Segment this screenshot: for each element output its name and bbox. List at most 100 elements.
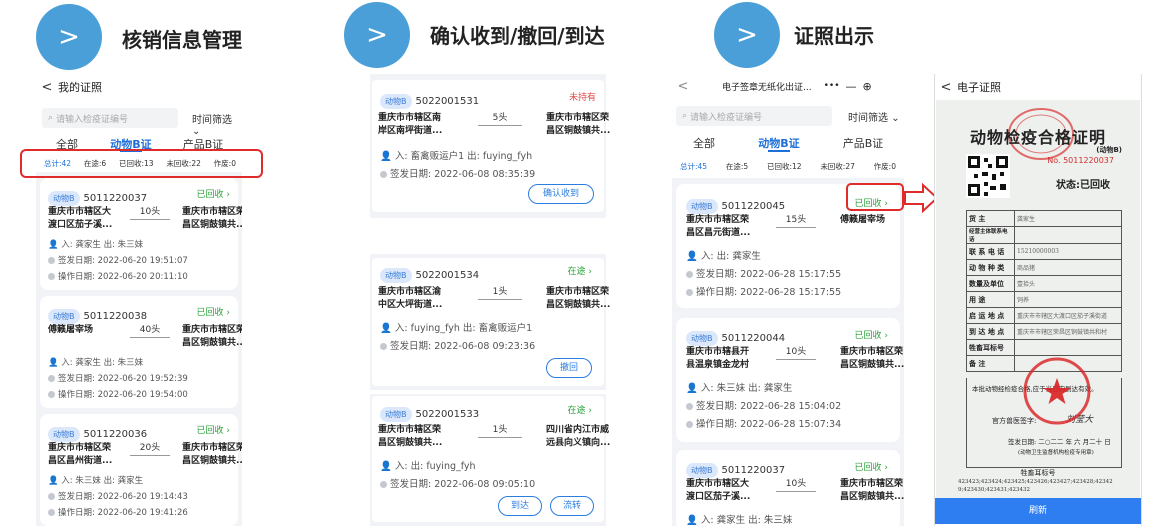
- back-icon[interactable]: <: [672, 79, 694, 94]
- type-badge: 动物B: [48, 427, 80, 442]
- target-icon[interactable]: ⊕: [863, 80, 872, 93]
- transfer-button[interactable]: 流转: [550, 496, 594, 516]
- tab-product-b[interactable]: 产品B证: [822, 135, 904, 151]
- type-badge: 动物B: [686, 331, 718, 346]
- list-item[interactable]: 动物B 5011220036 已回收 › 重庆市市辖区荣 昌区昌州街道... 20头…: [40, 414, 242, 526]
- type-badge: 动物B: [48, 191, 80, 206]
- clock-icon: [48, 273, 55, 280]
- status-badge[interactable]: 在途 ›: [568, 264, 592, 277]
- quantity: 20头: [130, 442, 170, 456]
- cert-number: No. 5011220037: [1047, 156, 1114, 165]
- to-location: 重庆市市辖区荣 昌区铜鼓镇共...: [840, 347, 904, 370]
- confirm-receipt-button[interactable]: 确认收到: [528, 184, 594, 204]
- operation-date: 操作日期: 2022-06-28 15:17:55: [686, 284, 841, 298]
- person-icon: 👤: [380, 461, 392, 472]
- quantity: 10头: [130, 206, 170, 220]
- step-3-title: 证照出示: [794, 24, 874, 48]
- arrive-button[interactable]: 到达: [498, 496, 542, 516]
- operation-date: 操作日期: 2022-06-20 20:11:10: [48, 270, 188, 282]
- search-icon: ⌕: [682, 111, 688, 121]
- clock-icon: [48, 493, 55, 500]
- issuer-note: (动物卫生监督机构检疫专用章): [1018, 450, 1094, 456]
- step-1-arrow-icon: >: [36, 4, 102, 70]
- status-badge[interactable]: 在途 ›: [568, 403, 592, 416]
- tab-animal-b[interactable]: 动物B证: [736, 135, 822, 151]
- cert-number: 5011220045: [721, 201, 786, 212]
- issue-date: 签发日期: 2022-06-08 09:23:36: [380, 338, 535, 352]
- clock-icon: [48, 257, 55, 264]
- search-input[interactable]: ⌕ 请输入检疫证编号: [676, 106, 832, 126]
- panel3-header: < 电子签章无纸化出证... ••• — ⊕: [672, 74, 904, 98]
- people-line: 👤 入: 畜禽贩运户1 出: fuying_fyh: [380, 151, 533, 162]
- quantity: 40头: [130, 324, 170, 338]
- panel1-header: < 我的证照: [36, 74, 242, 100]
- operation-date: 操作日期: 2022-06-20 19:41:26: [48, 506, 188, 518]
- status-badge[interactable]: 已回收 ›: [855, 328, 888, 341]
- step-2-title: 确认收到/撤回/到达: [430, 24, 605, 48]
- list-item[interactable]: 动物B 5011220037 已回收 › 重庆市市辖区大 渡口区茄子溪... 10头…: [676, 450, 904, 526]
- quantity: 15头: [776, 214, 816, 228]
- to-location: 四川省内江市威 远县向义镇向...: [546, 425, 611, 448]
- list-item[interactable]: 动物B 5011220044 已回收 › 重庆市市辖县开 县温泉镇金龙村 10头 重…: [676, 318, 904, 442]
- people-line: 👤 入: 龚家生 出: 朱三妹: [48, 358, 144, 368]
- list-item[interactable]: 动物B 5011220037 已回收 › 重庆市市辖区大 渡口区茄子溪... 10头…: [40, 178, 242, 290]
- page-title: 电子签章无纸化出证...: [722, 82, 812, 93]
- stat-total[interactable]: 总计:45: [680, 161, 707, 172]
- page-title: 电子证照: [957, 81, 1001, 94]
- stat-not-recovered[interactable]: 未回收:27: [820, 161, 855, 172]
- more-icon[interactable]: •••: [824, 81, 840, 91]
- quantity: 1头: [478, 286, 522, 300]
- withdraw-button[interactable]: 撤回: [546, 358, 592, 378]
- type-badge: 动物B: [686, 199, 718, 214]
- type-badge: 动物B: [380, 94, 412, 109]
- step-3-arrow-icon: >: [714, 2, 780, 68]
- to-location: 重庆市市辖区荣 昌区铜鼓镇共...: [182, 325, 242, 348]
- issue-date: 签发日期: 2022-06-08 09:05:10: [380, 476, 535, 490]
- status-badge[interactable]: 已回收 ›: [197, 305, 230, 318]
- status-badge[interactable]: 已回收 ›: [197, 187, 230, 200]
- cert-number: 5011220036: [83, 429, 148, 440]
- stat-in-transit[interactable]: 在途:5: [726, 161, 748, 172]
- quantity: 1头: [478, 424, 522, 438]
- minimize-icon[interactable]: —: [846, 80, 857, 93]
- person-icon: 👤: [686, 251, 698, 262]
- cert-info-table: 货 主龚家生 经营主体联系电话 联 系 电 话 15210000003 动 物 种…: [966, 210, 1122, 372]
- back-icon[interactable]: <: [935, 80, 957, 95]
- stat-void[interactable]: 作废:0: [874, 161, 896, 172]
- time-filter-dropdown[interactable]: 时间筛选 ⌄: [848, 109, 900, 124]
- to-location: 重庆市市辖区荣 昌区铜鼓镇共...: [182, 443, 242, 466]
- tab-all[interactable]: 全部: [672, 135, 736, 151]
- issue-date: 签发日期: 2022-06-28 15:17:55: [686, 266, 841, 280]
- clock-icon: [380, 481, 387, 488]
- search-icon: ⌕: [48, 113, 54, 123]
- search-input[interactable]: ⌕ 请输入检疫证编号: [42, 108, 178, 128]
- time-filter-dropdown[interactable]: 时间筛选 ⌄: [192, 111, 242, 137]
- status-badge[interactable]: 已回收 ›: [197, 423, 230, 436]
- list-item[interactable]: 动物B 5022001534 在途 › 重庆市市辖区渝 中区大坪街道... 1头 重…: [372, 258, 610, 386]
- to-location: 重庆市市辖区荣 昌区铜鼓镇共...: [840, 479, 904, 502]
- type-badge: 动物B: [380, 268, 412, 283]
- refresh-button[interactable]: 刷新: [935, 498, 1141, 524]
- stat-recovered[interactable]: 已回收:12: [767, 161, 802, 172]
- issue-date: 签发日期: 2022-06-20 19:52:39: [48, 372, 188, 384]
- list-item[interactable]: 动物B 5011220038 已回收 › 傅籁屠宰场 40头 重庆市市辖区荣 昌区铜…: [40, 296, 242, 408]
- clock-icon: [686, 421, 693, 428]
- status-badge[interactable]: 已回收 ›: [855, 460, 888, 473]
- issue-date: 签发日期: 2022-06-28 15:04:02: [686, 398, 841, 412]
- back-icon[interactable]: <: [36, 80, 58, 95]
- from-location: 重庆市市辖区南 岸区南坪街道...: [378, 113, 443, 136]
- step-1-title: 核销信息管理: [122, 28, 242, 52]
- to-location: 重庆市市辖区荣 昌区铜鼓镇共...: [546, 287, 611, 310]
- step-2-arrow-icon: >: [344, 2, 410, 68]
- official-stamp-icon: [1023, 357, 1091, 425]
- type-badge: 动物B: [686, 463, 718, 478]
- list-item[interactable]: 动物B 5022001531 未持有 重庆市市辖区南 岸区南坪街道... 5头 重庆…: [372, 80, 610, 212]
- cert-number: 5022001531: [415, 96, 480, 107]
- list-item[interactable]: 动物B 5022001533 在途 › 重庆市市辖区荣 昌区铜鼓镇共... 1头 四…: [372, 396, 610, 522]
- operation-date: 操作日期: 2022-06-28 15:07:34: [686, 416, 841, 430]
- clock-icon: [48, 375, 55, 382]
- person-icon: 👤: [380, 323, 392, 334]
- type-badge: 动物B: [380, 407, 412, 422]
- panel4-header: < 电子证照: [935, 74, 1141, 100]
- from-location: 重庆市市辖区荣 昌区昌州街道...: [48, 443, 113, 466]
